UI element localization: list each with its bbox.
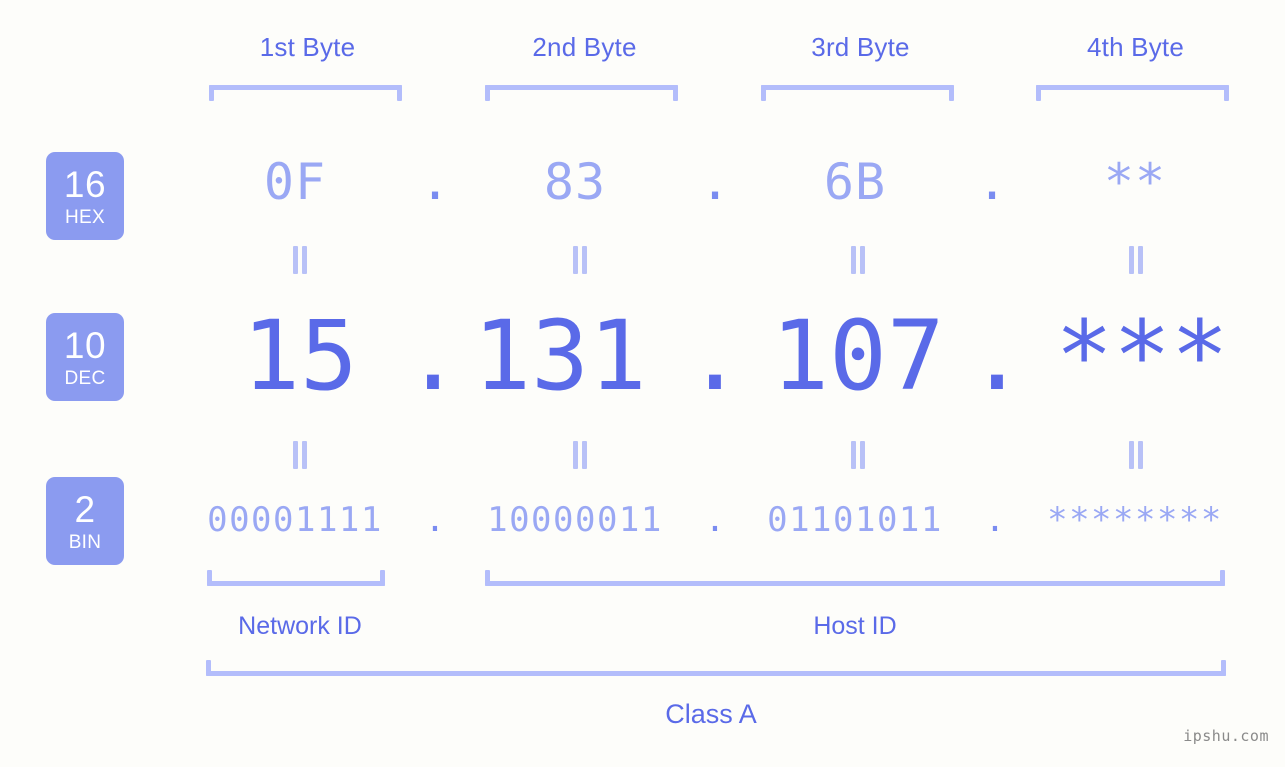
- base-badge-word: HEX: [65, 206, 105, 228]
- dec-byte-3: 107: [771, 300, 945, 412]
- bin-byte-4: ********: [1047, 500, 1223, 540]
- base-badge-number: 2: [74, 488, 96, 530]
- bracket-tick-right: [1224, 85, 1229, 101]
- byte-header-1: 1st Byte: [259, 32, 356, 62]
- equals-mark-hex-dec-1: [292, 246, 308, 274]
- base-badge-word: DEC: [64, 367, 106, 389]
- byte-bracket-3: [761, 85, 954, 101]
- network-id-bracket: [207, 570, 385, 586]
- bracket-tick-right: [397, 85, 402, 101]
- hex-byte-1: 0F: [263, 153, 327, 211]
- hex-separator-3: .: [976, 153, 1008, 211]
- bracket-bar: [207, 581, 385, 586]
- hex-byte-3: 6B: [823, 153, 887, 211]
- byte-header-4: 4th Byte: [1087, 32, 1184, 62]
- equals-mark-dec-bin-4: [1128, 441, 1144, 469]
- bin-separator-2: .: [704, 500, 726, 540]
- ip-breakdown-diagram: 1st Byte 2nd Byte 3rd Byte 4th Byte 16 H…: [0, 0, 1285, 767]
- hex-separator-1: .: [419, 153, 451, 211]
- hex-byte-2: 83: [543, 153, 607, 211]
- bracket-tick-left: [485, 570, 490, 586]
- bracket-bar: [485, 85, 678, 90]
- bracket-tick-right: [1221, 660, 1226, 676]
- equals-mark-hex-dec-3: [850, 246, 866, 274]
- byte-bracket-2: [485, 85, 678, 101]
- equals-mark-dec-bin-3: [850, 441, 866, 469]
- bracket-bar: [485, 581, 1225, 586]
- equals-mark-dec-bin-1: [292, 441, 308, 469]
- dec-byte-2: 131: [473, 300, 647, 412]
- bracket-tick-left: [206, 660, 211, 676]
- equals-mark-dec-bin-2: [572, 441, 588, 469]
- bin-separator-1: .: [424, 500, 446, 540]
- bin-byte-2: 10000011: [487, 500, 663, 540]
- base-badge-word: BIN: [68, 531, 102, 553]
- base-badge-dec: 10 DEC: [46, 313, 124, 401]
- base-badge-number: 16: [63, 163, 107, 205]
- byte-header-3: 3rd Byte: [811, 32, 910, 62]
- bracket-bar: [206, 671, 1226, 676]
- bracket-tick-left: [209, 85, 214, 101]
- bracket-tick-right: [1220, 570, 1225, 586]
- dec-byte-1: 15: [242, 300, 358, 412]
- network-id-label: Network ID: [238, 612, 362, 640]
- bracket-tick-right: [949, 85, 954, 101]
- bin-separator-3: .: [984, 500, 1006, 540]
- base-badge-hex: 16 HEX: [46, 152, 124, 240]
- hex-separator-2: .: [699, 153, 731, 211]
- host-id-label: Host ID: [813, 612, 897, 640]
- base-badge-number: 10: [63, 324, 107, 366]
- byte-header-2: 2nd Byte: [532, 32, 637, 62]
- bracket-tick-left: [207, 570, 212, 586]
- base-badge-bin: 2 BIN: [46, 477, 124, 565]
- equals-mark-hex-dec-2: [572, 246, 588, 274]
- bin-byte-3: 01101011: [767, 500, 943, 540]
- watermark: ipshu.com: [1183, 727, 1269, 745]
- bracket-tick-left: [761, 85, 766, 101]
- byte-bracket-4: [1036, 85, 1229, 101]
- bin-byte-1: 00001111: [207, 500, 383, 540]
- bracket-tick-right: [673, 85, 678, 101]
- bracket-bar: [1036, 85, 1229, 90]
- bracket-bar: [761, 85, 954, 90]
- bracket-tick-left: [1036, 85, 1041, 101]
- class-bracket: [206, 660, 1226, 676]
- class-label: Class A: [665, 699, 757, 729]
- bracket-bar: [209, 85, 402, 90]
- byte-bracket-1: [209, 85, 402, 101]
- bracket-tick-right: [380, 570, 385, 586]
- equals-mark-hex-dec-4: [1128, 246, 1144, 274]
- bracket-tick-left: [485, 85, 490, 101]
- host-id-bracket: [485, 570, 1225, 586]
- hex-byte-4: **: [1103, 153, 1167, 211]
- dec-byte-4: ***: [1055, 300, 1229, 412]
